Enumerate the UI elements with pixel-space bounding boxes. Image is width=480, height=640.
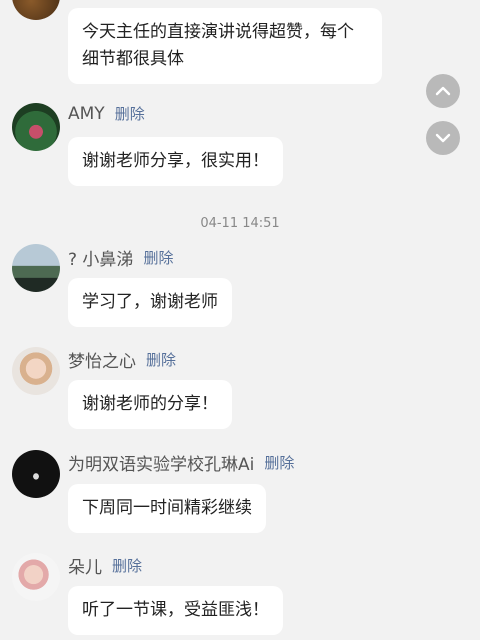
message-text: 下周同一时间精彩继续	[82, 498, 252, 518]
message-text: 谢谢老师的分享！	[82, 394, 218, 414]
avatar[interactable]	[12, 347, 60, 395]
message-bubble: 谢谢老师分享，很实用！	[68, 137, 283, 186]
chevron-down-icon	[435, 133, 451, 143]
message-bubble: 谢谢老师的分享！	[68, 380, 232, 429]
sender-name: 为明双语实验学校孔琳Ai	[68, 455, 255, 475]
message-bubble: 学习了，谢谢老师	[68, 278, 232, 327]
delete-link[interactable]: 删除	[146, 349, 176, 370]
timestamp: 04-11 14:51	[200, 216, 280, 231]
sender-name: 梦怡之心	[68, 352, 136, 372]
delete-link[interactable]: 删除	[112, 555, 142, 576]
scroll-up-button[interactable]	[426, 74, 460, 108]
sender-name: ? 小鼻涕	[68, 250, 134, 270]
delete-link[interactable]: 删除	[264, 452, 294, 473]
avatar[interactable]	[12, 553, 60, 601]
message-text: 今天主任的直接演讲说得超赞，每个细节都很具体	[82, 22, 354, 69]
message-text: 学习了，谢谢老师	[82, 292, 218, 312]
message-bubble: 听了一节课，受益匪浅！	[68, 586, 283, 635]
sender-name: AMY	[68, 103, 105, 124]
message-bubble: 今天主任的直接演讲说得超赞，每个细节都很具体	[68, 8, 382, 84]
avatar[interactable]	[12, 244, 60, 292]
avatar[interactable]	[12, 450, 60, 498]
avatar[interactable]	[12, 0, 60, 20]
delete-link[interactable]: 删除	[115, 103, 145, 124]
chevron-up-icon	[435, 86, 451, 96]
sender-name: 朵儿	[68, 558, 102, 578]
message-text: 听了一节课，受益匪浅！	[82, 600, 269, 620]
message-bubble: 下周同一时间精彩继续	[68, 484, 266, 533]
delete-link[interactable]: 删除	[143, 247, 173, 268]
scroll-down-button[interactable]	[426, 121, 460, 155]
message-text: 谢谢老师分享，很实用！	[82, 151, 269, 171]
avatar[interactable]	[12, 103, 60, 151]
